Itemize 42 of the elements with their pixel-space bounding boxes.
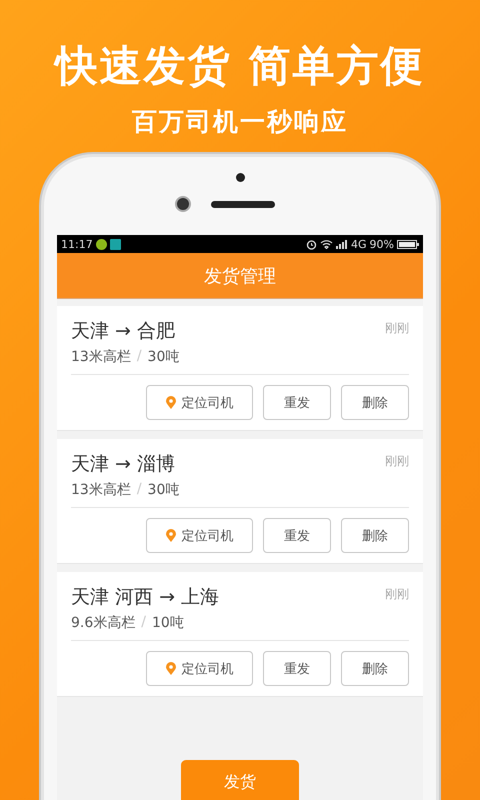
truck-type: 9.6米高栏: [71, 614, 136, 632]
weight-text: 30吨: [148, 348, 180, 366]
camera-icon: [175, 196, 191, 212]
signal-icon: [336, 240, 348, 248]
speaker-icon: [211, 200, 275, 208]
separator-text: /: [141, 614, 146, 632]
action-button[interactable]: 重发: [263, 385, 331, 420]
location-pin-icon: [166, 662, 176, 675]
weight-text: 10吨: [152, 614, 184, 632]
separator-text: /: [136, 481, 142, 499]
app-bar-title: 发货管理: [204, 264, 276, 288]
app-icon: [96, 238, 107, 250]
headline: 快速发货 简单方便: [56, 40, 424, 92]
action-button[interactable]: 删除: [341, 518, 409, 553]
action-button[interactable]: 重发: [263, 518, 331, 553]
battery-icon: [397, 240, 419, 248]
alarm-icon: [306, 238, 318, 250]
action-button[interactable]: 定位司机: [146, 385, 253, 420]
route-text: 天津 → 淄博: [71, 452, 176, 477]
location-pin-icon: [166, 396, 176, 409]
action-button[interactable]: 删除: [341, 385, 409, 420]
post-time: 刚刚: [385, 320, 409, 337]
separator-text: /: [136, 348, 142, 366]
sensor-icon: [236, 173, 244, 182]
status-time: 11:17: [61, 238, 93, 250]
route-text: 天津 → 合肥: [71, 319, 176, 344]
action-button[interactable]: 定位司机: [146, 651, 253, 686]
wifi-icon: [320, 239, 334, 249]
action-button[interactable]: 重发: [263, 651, 331, 686]
weight-text: 30吨: [148, 481, 180, 499]
network-type: 4G: [351, 238, 367, 250]
location-pin-icon: [166, 529, 176, 542]
action-button[interactable]: 定位司机: [146, 518, 253, 553]
post-time: 刚刚: [385, 453, 409, 470]
app-icon: [110, 238, 121, 250]
action-button[interactable]: 删除: [341, 651, 409, 686]
route-text: 天津 河西 → 上海: [71, 585, 220, 610]
truck-type: 13米高栏: [71, 348, 131, 366]
subheadline: 百万司机一秒响应: [132, 106, 348, 138]
post-time: 刚刚: [385, 586, 409, 603]
battery-percent: 90%: [370, 238, 394, 250]
truck-type: 13米高栏: [71, 481, 131, 499]
